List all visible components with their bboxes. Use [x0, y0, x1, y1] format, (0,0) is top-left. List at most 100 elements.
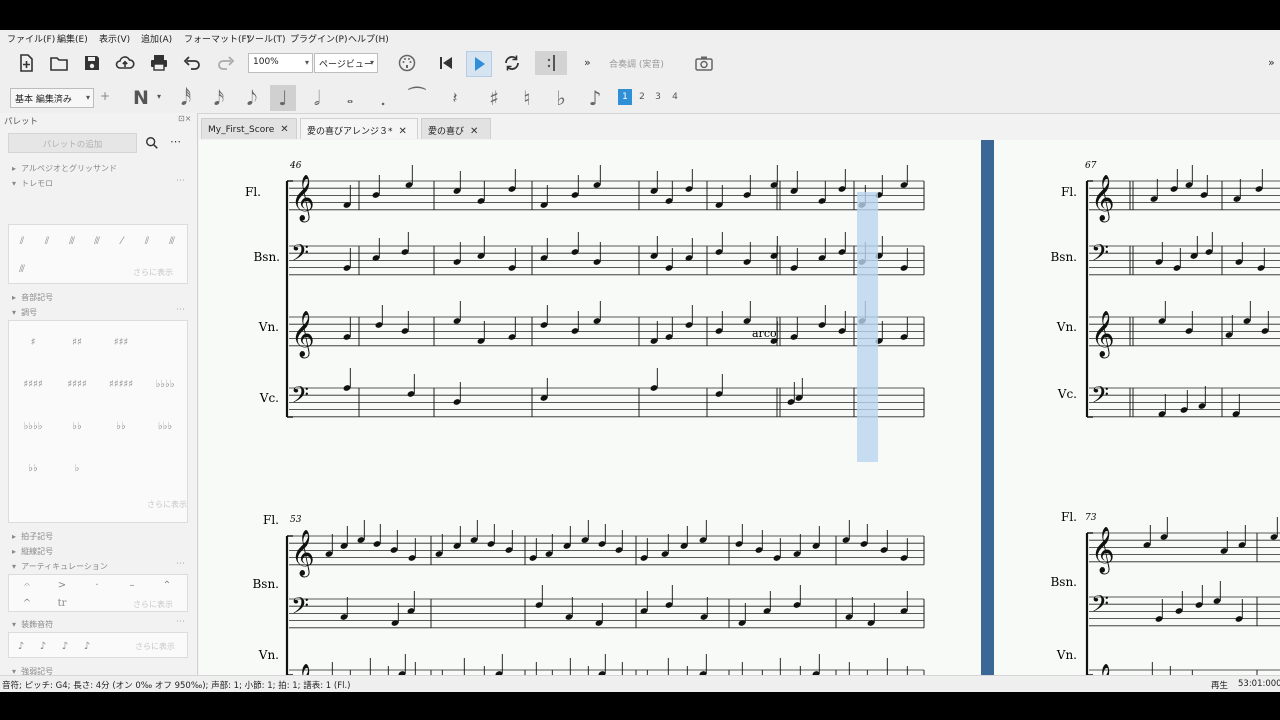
toolbar-overflow-right[interactable]: »: [1268, 56, 1275, 69]
section-menu-icon[interactable]: ⋯: [176, 176, 185, 186]
menu-tools[interactable]: ツール(T): [246, 32, 286, 45]
palette-section-articulations[interactable]: ▾ アーティキュレーション: [12, 561, 108, 572]
rewind-icon[interactable]: [434, 51, 458, 75]
show-more-link[interactable]: さらに表示: [133, 599, 173, 610]
palette-section-dynamics[interactable]: ▾ 強弱記号: [12, 666, 53, 675]
tremolo-item[interactable]: ⫽: [36, 229, 58, 253]
undo-icon[interactable]: [180, 51, 204, 75]
key-signature-item[interactable]: ♯♯♯♯♯: [101, 367, 141, 401]
midi-input-icon[interactable]: [395, 51, 419, 75]
key-signature-item[interactable]: ♯♯: [57, 325, 97, 359]
view-mode-select[interactable]: ページビュー ▾: [314, 53, 378, 73]
tremolo-item[interactable]: ⫻: [61, 229, 83, 253]
close-icon[interactable]: ✕: [470, 126, 478, 137]
key-signature-item[interactable]: ♭♭♭♭: [145, 367, 185, 401]
key-signature-item[interactable]: ♯♯♯♯: [57, 367, 97, 401]
tie-icon[interactable]: ⁀: [404, 85, 430, 111]
key-signature-item[interactable]: ♯♯♯: [101, 325, 141, 359]
key-signature-item[interactable]: ♭: [57, 451, 97, 485]
key-signature-item[interactable]: ♯♯♯♯: [13, 367, 53, 401]
tab-my-first-score[interactable]: My_First_Score ✕: [201, 118, 297, 139]
voice-4-button[interactable]: 4: [668, 89, 682, 105]
articulation-item[interactable]: ^: [11, 595, 43, 611]
menu-add[interactable]: 追加(A): [141, 32, 172, 45]
grace-note-item[interactable]: ♪: [33, 636, 53, 656]
augmentation-dot-icon[interactable]: .: [370, 85, 396, 111]
show-more-link[interactable]: さらに表示: [135, 641, 175, 652]
articulation-item[interactable]: >: [46, 577, 78, 593]
articulation-item[interactable]: ·: [81, 577, 113, 593]
articulation-item[interactable]: ⌃: [151, 577, 183, 593]
tab-original[interactable]: 愛の喜び ✕: [421, 118, 491, 139]
concert-pitch-toggle[interactable]: 合奏調 (実音): [609, 57, 664, 70]
add-palette-button[interactable]: パレットの追加: [8, 133, 137, 153]
articulation-item[interactable]: tr: [46, 595, 78, 611]
tab-arrangement[interactable]: 愛の喜びアレンジ３* ✕: [300, 118, 418, 139]
sixteenth-note-icon[interactable]: 𝅘𝅥𝅮: [239, 85, 265, 111]
grace-note-item[interactable]: ♪: [55, 636, 75, 656]
palette-section-barlines[interactable]: ▸ 縦線記号: [12, 546, 53, 557]
palette-section-tremolo[interactable]: ▾ トレモロ: [12, 178, 53, 189]
close-icon[interactable]: ✕: [399, 126, 407, 137]
quarter-note-icon[interactable]: ♩: [270, 85, 296, 111]
key-signature-item[interactable]: ♭♭♭♭: [13, 409, 53, 443]
menu-plugins[interactable]: プラグイン(P): [290, 32, 347, 45]
articulation-item[interactable]: 𝄐: [11, 577, 43, 593]
palette-section-clefs[interactable]: ▸ 音部記号: [12, 292, 53, 303]
new-score-icon[interactable]: [14, 51, 38, 75]
key-signature-item[interactable]: ♭♭: [13, 451, 53, 485]
section-menu-icon[interactable]: ⋯: [176, 617, 185, 627]
add-workspace-button[interactable]: +: [100, 89, 110, 103]
selected-measure[interactable]: [857, 192, 878, 462]
palette-section-timesig[interactable]: ▸ 拍子記号: [12, 531, 53, 542]
grace-note-item[interactable]: ♪: [11, 636, 31, 656]
palette-search-icon[interactable]: [142, 133, 162, 153]
chevron-down-icon[interactable]: ▾: [157, 92, 161, 101]
score-view[interactable]: 𝄞 𝄢 𝄞 𝄢 𝄞 𝄢 𝄞 𝄞 𝄢 𝄞 𝄢 𝄞 𝄢 𝄞 Fl. Bsn. Vn. Vc. Fl. Bsn.…: [199, 140, 1280, 675]
menu-edit[interactable]: 編集(E): [57, 32, 88, 45]
natural-icon[interactable]: ♮: [514, 85, 540, 111]
tremolo-item[interactable]: ⫻: [161, 229, 183, 253]
zoom-select[interactable]: 100% ▾: [248, 53, 313, 73]
save-icon[interactable]: [80, 51, 104, 75]
half-note-icon[interactable]: 𝅗𝅥: [304, 85, 330, 111]
key-signature-item[interactable]: ♭♭♭: [145, 409, 185, 443]
score-canvas[interactable]: 𝄞 𝄢 𝄞 𝄢 𝄞 𝄢 𝄞 𝄞 𝄢 𝄞 𝄢 𝄞 𝄢 𝄞 Fl. Bsn. Vn. Vc. Fl. Bsn.…: [199, 140, 1280, 675]
undock-icon[interactable]: ⊡×: [178, 114, 191, 123]
key-signature-item[interactable]: ♯: [13, 325, 53, 359]
palette-section-arpeggio[interactable]: ▸ アルペジオとグリッサンド: [12, 163, 117, 174]
rest-icon[interactable]: 𝄽: [442, 85, 468, 111]
show-more-link[interactable]: さらに表示: [133, 267, 173, 278]
sixty-fourth-note-icon[interactable]: 𝅘𝅥𝅰: [173, 85, 199, 111]
camera-icon[interactable]: [692, 51, 716, 75]
voice-2-button[interactable]: 2: [635, 89, 649, 105]
workspace-select[interactable]: 基本 編集済み ▾: [10, 88, 94, 108]
tremolo-item[interactable]: ⁄: [111, 229, 133, 253]
key-signature-item[interactable]: ♭♭: [101, 409, 141, 443]
palette-menu-icon[interactable]: ⋯: [170, 135, 181, 148]
sharp-icon[interactable]: ♯: [481, 85, 507, 111]
grace-note-item[interactable]: ♪: [77, 636, 97, 656]
palette-section-keysig[interactable]: ▾ 調号: [12, 307, 37, 318]
menu-format[interactable]: フォーマット(F): [184, 32, 250, 45]
tremolo-item[interactable]: ⫽: [11, 229, 33, 253]
tremolo-item[interactable]: ⫽: [136, 229, 158, 253]
show-more-link[interactable]: さらに表示: [147, 499, 187, 510]
flip-direction-icon[interactable]: ♪: [582, 85, 608, 111]
articulation-item[interactable]: –: [116, 577, 148, 593]
flat-icon[interactable]: ♭: [548, 85, 574, 111]
palette-section-grace-notes[interactable]: ▾ 装飾音符: [12, 619, 53, 630]
cloud-upload-icon[interactable]: [113, 51, 137, 75]
section-menu-icon[interactable]: ⋯: [176, 305, 185, 315]
note-input-mode-icon[interactable]: N: [128, 85, 154, 111]
menu-file[interactable]: ファイル(F): [7, 32, 55, 45]
thirty-second-note-icon[interactable]: 𝅘𝅥𝅯: [206, 85, 232, 111]
key-signature-item[interactable]: ♭♭: [57, 409, 97, 443]
tremolo-item[interactable]: ⫻: [86, 229, 108, 253]
loop-icon[interactable]: [500, 51, 524, 75]
toolbar-overflow[interactable]: »: [584, 56, 591, 69]
menu-view[interactable]: 表示(V): [99, 32, 130, 45]
section-menu-icon[interactable]: ⋯: [176, 559, 185, 569]
whole-note-icon[interactable]: 𝅝: [337, 85, 363, 111]
voice-1-button[interactable]: 1: [618, 89, 632, 105]
